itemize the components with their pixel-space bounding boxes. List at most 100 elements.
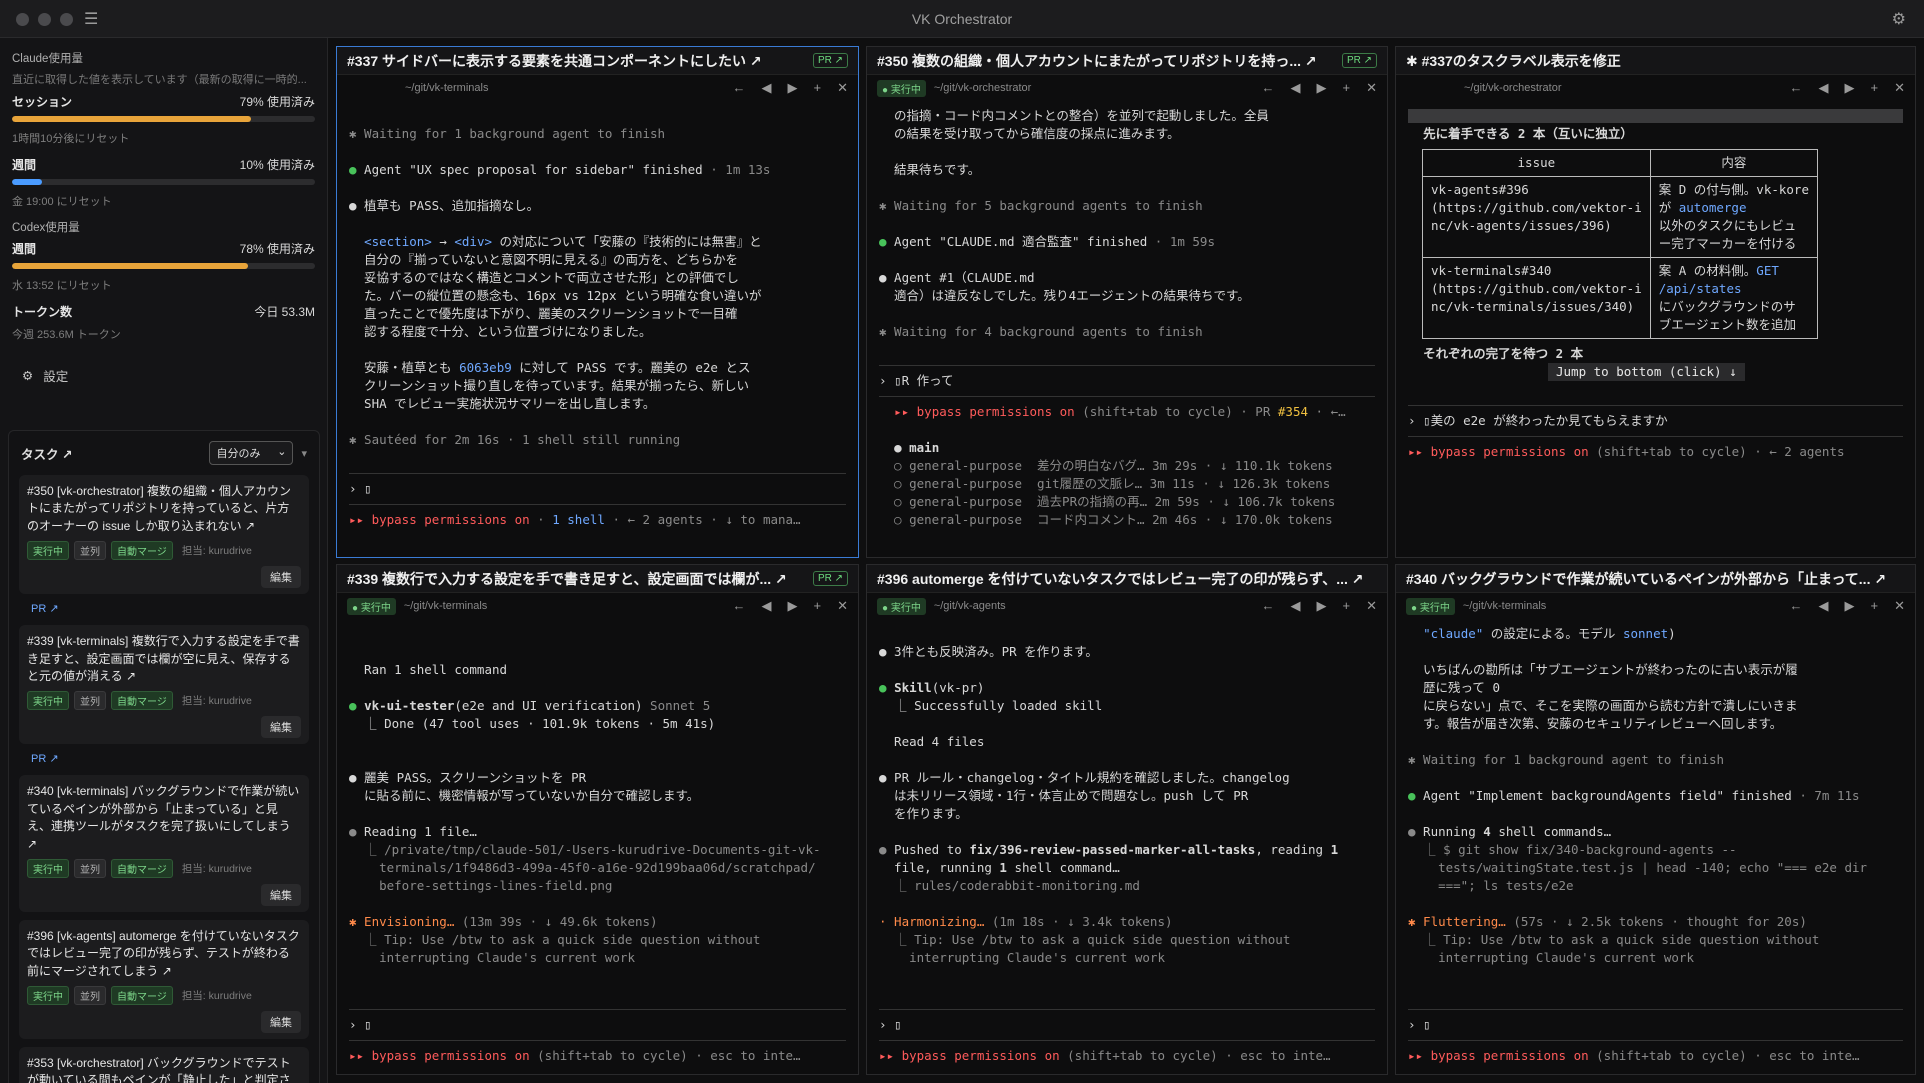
tasks-heading: タスク ↗ (21, 447, 73, 462)
tokens-value: 今日 53.3M (254, 305, 315, 319)
claude-usage-note: 直近に取得した値を表示しています（最新の取得に一時的... (12, 74, 307, 86)
pane-title[interactable]: #350 複数の組織・個人アカウントにまたがってリポジトリを持っ... ↗ (877, 51, 1336, 71)
close-icon[interactable]: ✕ (1894, 598, 1905, 614)
add-icon[interactable]: + (814, 80, 822, 96)
settings-link[interactable]: ⚙ 設定 (0, 352, 327, 399)
close-icon[interactable]: ✕ (1894, 80, 1905, 96)
edit-button[interactable]: 編集 (261, 883, 301, 906)
back-icon[interactable]: ← (1262, 598, 1275, 614)
issue-table: issue 内容 vk-agents#396 (https://github.co… (1422, 149, 1818, 339)
task-title: #350 [vk-orchestrator] 複数の組織・個人アカウントにまたが… (27, 484, 292, 533)
task-title: #353 [vk-orchestrator] バックグラウンドでテストが動いてい… (27, 1056, 291, 1083)
session-reset: 1時間10分後にリセット (12, 133, 130, 145)
edit-button[interactable]: 編集 (261, 566, 301, 589)
next-icon[interactable]: ▶ (1317, 80, 1327, 96)
assignee: 担当: kurudrive (181, 695, 252, 708)
prev-icon[interactable]: ◀ (762, 598, 772, 614)
next-icon[interactable]: ▶ (1845, 598, 1855, 614)
pr-badge[interactable]: PR ↗ (812, 571, 848, 586)
chevron-down-icon[interactable]: ▾ (301, 447, 307, 460)
task-filter-select[interactable]: 自分のみ ⌄ (209, 441, 294, 465)
pane-path: ~/git/vk-terminals (1462, 600, 1547, 612)
status-badge: ● 実行中 (1406, 597, 1455, 615)
edit-button[interactable]: 編集 (261, 716, 301, 739)
codex-week-label: 週間 (12, 242, 37, 256)
session-progress-bar (12, 116, 315, 122)
back-icon[interactable]: ← (733, 598, 746, 614)
assignee: 担当: kurudrive (181, 862, 252, 875)
prev-icon[interactable]: ◀ (762, 80, 772, 96)
terminal-pane[interactable]: #396 automerge を付けていないタスクではレビュー完了の印が残らず、… (866, 564, 1388, 1075)
pane-title[interactable]: #396 automerge を付けていないタスクではレビュー完了の印が残らず、… (877, 569, 1377, 589)
codex-usage-heading: Codex使用量 (12, 222, 80, 234)
terminal-output: の指摘・コード内コメントとの整合）を並列で起動しました。全員 の結果を受け取って… (867, 101, 1387, 535)
list-item[interactable]: #396 [vk-agents] automerge を付けていないタスクではレ… (19, 919, 309, 1040)
jump-to-bottom-button[interactable]: Jump to bottom (click) ↓ (1548, 363, 1745, 381)
week-reset: 金 19:00 にリセット (12, 196, 112, 208)
task-title: #396 [vk-agents] automerge を付けていないタスクではレ… (27, 928, 300, 978)
task-title: #340 [vk-terminals] バックグラウンドで作業が続いているペイン… (27, 784, 300, 851)
session-label: セッション (12, 95, 73, 109)
terminal-pane[interactable]: #339 複数行で入力する設定を手で書き足すと、設定画面では欄が... ↗ PR … (336, 564, 859, 1075)
codex-week-value: 78% 使用済み (239, 242, 315, 256)
status-badge: 実行中 (27, 541, 69, 561)
list-item[interactable]: #340 [vk-terminals] バックグラウンドで作業が続いているペイン… (19, 775, 309, 912)
prev-icon[interactable]: ◀ (1819, 80, 1829, 96)
pr-link[interactable]: PR ↗ (31, 752, 297, 765)
prev-icon[interactable]: ◀ (1291, 80, 1301, 96)
close-icon[interactable]: ✕ (1366, 598, 1377, 614)
add-icon[interactable]: + (1343, 80, 1351, 96)
add-icon[interactable]: + (814, 598, 822, 614)
pane-path: ~/git/vk-orchestrator (1464, 82, 1562, 94)
pane-title[interactable]: ✱ #337のタスクラベル表示を修正 (1406, 51, 1905, 71)
prev-icon[interactable]: ◀ (1291, 598, 1301, 614)
close-icon[interactable]: ✕ (837, 598, 848, 614)
add-icon[interactable]: + (1871, 598, 1879, 614)
back-icon[interactable]: ← (1790, 80, 1803, 96)
add-icon[interactable]: + (1343, 598, 1351, 614)
close-icon[interactable]: ✕ (1366, 80, 1377, 96)
pane-title[interactable]: #340 バックグラウンドで作業が続いているペインが外部から「止まって... ↗ (1406, 569, 1905, 589)
week-value: 10% 使用済み (239, 158, 315, 172)
gear-icon[interactable]: ⚙ (1892, 9, 1906, 29)
next-icon[interactable]: ▶ (1845, 80, 1855, 96)
list-item[interactable]: #353 [vk-orchestrator] バックグラウンドでテストが動いてい… (19, 1047, 309, 1083)
next-icon[interactable]: ▶ (1317, 598, 1327, 614)
week-label: 週間 (12, 158, 37, 172)
edit-button[interactable]: 編集 (261, 1011, 301, 1034)
terminal-output: 先に着手できる 2 本（互いに独立） issue 内容 vk-agents#396… (1396, 101, 1915, 467)
prev-icon[interactable]: ◀ (1819, 598, 1829, 614)
pr-badge[interactable]: PR ↗ (812, 53, 848, 68)
codex-progress-bar (12, 263, 315, 269)
terminal-output: ✱ Waiting for 1 background agent to fini… (337, 101, 858, 535)
next-icon[interactable]: ▶ (788, 80, 798, 96)
list-item[interactable]: #339 [vk-terminals] 複数行で入力する設定を手で書き足すと、設… (19, 625, 309, 745)
task-list: タスク ↗ 自分のみ ⌄ ▾ #350 [vk-orchestrator] 複数の組織… (8, 430, 320, 1083)
pane-title[interactable]: #339 複数行で入力する設定を手で書き足すと、設定画面では欄が... ↗ (347, 569, 807, 589)
terminal-pane[interactable]: #340 バックグラウンドで作業が続いているペインが外部から「止まって... ↗… (1395, 564, 1916, 1075)
tokens-week: 今週 253.6M トークン (12, 329, 121, 341)
back-icon[interactable]: ← (1790, 598, 1803, 614)
add-icon[interactable]: + (1871, 80, 1879, 96)
gear-icon: ⚙ (22, 369, 34, 383)
status-badge: 実行中 (27, 858, 69, 878)
pr-badge[interactable]: PR ↗ (1341, 53, 1377, 68)
list-item[interactable]: #350 [vk-orchestrator] 複数の組織・個人アカウントにまたが… (19, 475, 309, 595)
pr-link[interactable]: PR ↗ (31, 602, 297, 615)
parallel-badge: 並列 (74, 858, 106, 878)
status-badge: ● 実行中 (877, 597, 926, 615)
terminal-pane[interactable]: ✱ #337のタスクラベル表示を修正 ~/git/vk-orchestrator… (1395, 46, 1916, 558)
terminal-pane[interactable]: #337 サイドバーに表示する要素を共通コンポーネントにしたい ↗ PR ↗ ~/… (336, 46, 859, 558)
next-icon[interactable]: ▶ (788, 598, 798, 614)
close-icon[interactable]: ✕ (837, 80, 848, 96)
pane-path: ~/git/vk-orchestrator (933, 82, 1032, 94)
pane-path: ~/git/vk-terminals (403, 600, 488, 612)
terminal-output: Ran 1 shell command ● vk-ui-tester(e2e a… (337, 619, 858, 1071)
title-bar: ☰ VK Orchestrator ⚙ (0, 0, 1924, 38)
back-icon[interactable]: ← (733, 80, 746, 96)
automerge-badge: 自動マージ (111, 691, 173, 711)
pane-title[interactable]: #337 サイドバーに表示する要素を共通コンポーネントにしたい ↗ (347, 51, 807, 71)
back-icon[interactable]: ← (1262, 80, 1275, 96)
terminal-pane[interactable]: #350 複数の組織・個人アカウントにまたがってリポジトリを持っ... ↗ PR … (866, 46, 1388, 558)
assignee: 担当: kurudrive (181, 545, 252, 558)
